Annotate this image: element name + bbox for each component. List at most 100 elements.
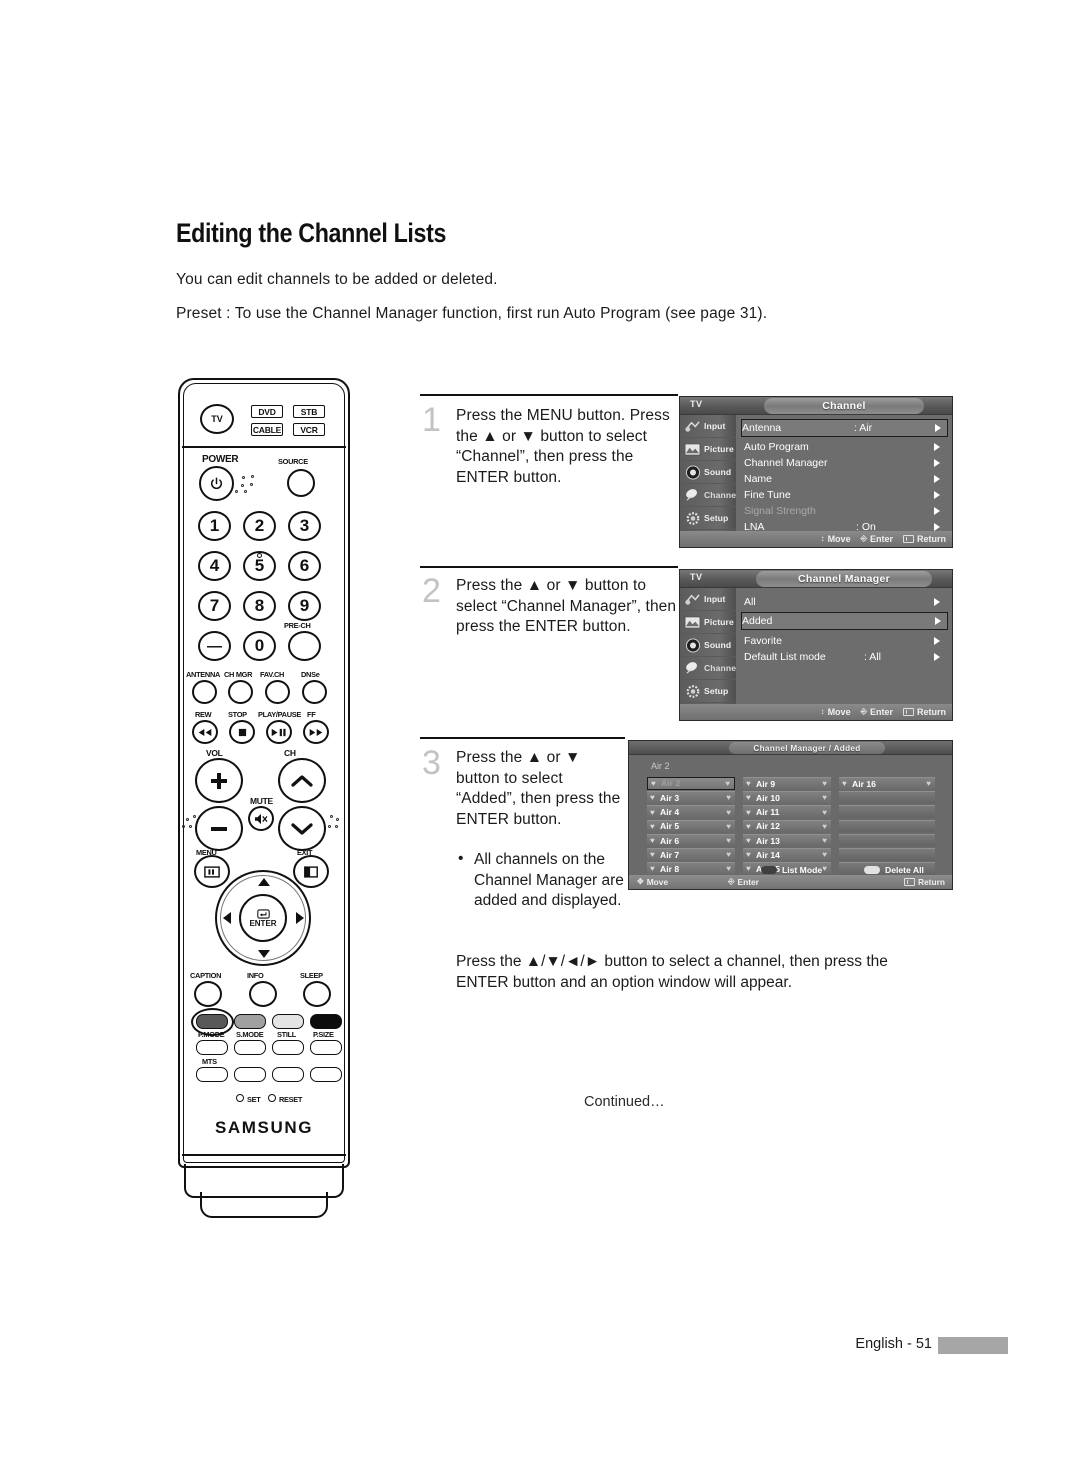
channel-cell[interactable]: ♥ Air 11 ♥: [743, 805, 831, 818]
channel-cell[interactable]: ♥ Air 10 ♥: [743, 791, 831, 804]
remote-pmode-button[interactable]: [196, 1040, 228, 1055]
remote-num-8[interactable]: 8: [243, 591, 276, 621]
remote-vol-up-button[interactable]: [195, 758, 243, 803]
menu-row-antenna[interactable]: Antenna : Air: [741, 419, 948, 437]
remote-num-4[interactable]: 4: [198, 551, 231, 581]
remote-mute-button[interactable]: [248, 806, 274, 831]
menu-row-channel-manager[interactable]: Channel Manager: [744, 455, 946, 471]
remote-still-button[interactable]: [272, 1040, 304, 1055]
remote-vol-down-button[interactable]: [195, 806, 243, 851]
remote-reset-dot[interactable]: [268, 1094, 276, 1102]
channel-cell[interactable]: ♥ Air 12 ♥: [743, 819, 831, 833]
remote-num-1[interactable]: 1: [198, 511, 231, 541]
sidebar-item-picture[interactable]: Picture: [680, 438, 736, 461]
remote-num-7[interactable]: 7: [198, 591, 231, 621]
remote-ff-button[interactable]: [303, 720, 329, 744]
sidebar-item-channel[interactable]: Channel: [680, 657, 739, 680]
menu-row-fine-tune[interactable]: Fine Tune: [744, 487, 946, 503]
remote-rew-button[interactable]: [192, 720, 218, 744]
menu-row-favorite[interactable]: Favorite: [744, 633, 946, 649]
remote-enter-button[interactable]: ENTER: [239, 894, 287, 942]
legend-delete-all[interactable]: Delete All: [864, 865, 924, 875]
enter-icon: [256, 908, 270, 919]
remote-source-button[interactable]: [287, 469, 315, 497]
dpad-left-icon[interactable]: [223, 912, 231, 924]
sidebar-item-input[interactable]: Input: [680, 415, 736, 438]
sidebar-item-channel[interactable]: Channel: [680, 484, 739, 507]
sidebar-item-setup[interactable]: Setup: [680, 507, 736, 530]
osd-title: Channel: [764, 398, 924, 414]
channel-cell[interactable]: ♥ Air 6 ♥: [647, 833, 735, 847]
remote-psize-button[interactable]: [310, 1040, 342, 1055]
remote-antenna-button[interactable]: [192, 680, 217, 704]
menu-row-added[interactable]: Added: [741, 612, 948, 630]
sidebar-item-input[interactable]: Input: [680, 588, 736, 611]
channel-cell[interactable]: ♥ Air 8 ♥: [647, 862, 735, 875]
remote-info-button[interactable]: [249, 981, 277, 1007]
sidebar-item-picture[interactable]: Picture: [680, 611, 736, 634]
remote-smode-color-button[interactable]: [234, 1014, 266, 1029]
remote-exit-button[interactable]: [293, 855, 329, 888]
hint-return: Return: [903, 877, 945, 887]
remote-stb-button[interactable]: STB: [293, 405, 325, 418]
remote-vcr-button[interactable]: VCR: [293, 423, 325, 436]
remote-extra-button-4[interactable]: [310, 1067, 342, 1082]
remote-num-6[interactable]: 6: [288, 551, 321, 581]
remote-menu-button[interactable]: [194, 855, 230, 888]
remote-favch-button[interactable]: [265, 680, 290, 704]
remote-dvd-button[interactable]: DVD: [251, 405, 283, 418]
channel-cell[interactable]: ♥ Air 3 ♥: [647, 791, 735, 804]
menu-row-name[interactable]: Name: [744, 471, 946, 487]
remote-ch-down-button[interactable]: [278, 806, 326, 851]
channel-cell[interactable]: ♥ Air 5 ♥: [647, 819, 735, 833]
remote-sleep-button[interactable]: [303, 981, 331, 1007]
sidebar-item-setup[interactable]: Setup: [680, 680, 736, 703]
remote-ch-up-button[interactable]: [278, 758, 326, 803]
channel-cell[interactable]: ♥ Air 14 ♥: [743, 847, 831, 861]
remote-num-3[interactable]: 3: [288, 511, 321, 541]
remote-psize-color-button[interactable]: [310, 1014, 342, 1029]
sidebar-label-input: Input: [704, 594, 726, 604]
remote-chmgr-button[interactable]: [228, 680, 253, 704]
channel-cell[interactable]: ♥ Air 16 ♥: [839, 777, 935, 790]
channel-cell[interactable]: ♥ Air 13 ♥: [743, 833, 831, 847]
sidebar-item-sound[interactable]: Sound: [680, 461, 736, 484]
remote-num-0[interactable]: 0: [243, 631, 276, 661]
menu-row-all[interactable]: All: [744, 594, 946, 610]
channel-icon: [683, 660, 702, 677]
remote-num-9[interactable]: 9: [288, 591, 321, 621]
remote-pre-ch-button[interactable]: [288, 631, 321, 661]
remote-stop-button[interactable]: [229, 720, 255, 744]
dpad-down-icon[interactable]: [258, 950, 270, 958]
remote-still-color-button[interactable]: [272, 1014, 304, 1029]
deco-dot: [328, 825, 331, 828]
bullet-marker: •: [458, 850, 464, 867]
remote-tv-button[interactable]: TV: [200, 404, 234, 434]
remote-playpause-button[interactable]: [266, 720, 292, 744]
remote-num-2[interactable]: 2: [243, 511, 276, 541]
remote-smode-button[interactable]: [234, 1040, 266, 1055]
channel-cell[interactable]: ♥ Air 9 ♥: [743, 777, 831, 790]
remote-dash-button[interactable]: —: [198, 631, 231, 661]
channel-cell-empty: [839, 791, 935, 804]
menu-row-default-list-mode[interactable]: Default List mode : All: [744, 649, 946, 665]
deco-dot: [250, 483, 253, 486]
remote-extra-button-3[interactable]: [272, 1067, 304, 1082]
remote-dnse-button[interactable]: [302, 680, 327, 704]
menu-row-antenna-label: Antenna: [742, 422, 782, 434]
dpad-right-icon[interactable]: [296, 912, 304, 924]
remote-cable-button[interactable]: CABLE: [251, 423, 283, 436]
dpad-up-icon[interactable]: [258, 878, 270, 886]
remote-extra-button-2[interactable]: [234, 1067, 266, 1082]
channel-cell[interactable]: ♥ Air 4 ♥: [647, 805, 735, 818]
sidebar-item-sound[interactable]: Sound: [680, 634, 736, 657]
legend-list-mode[interactable]: List Mode: [761, 865, 822, 875]
remote-mts-button[interactable]: [196, 1067, 228, 1082]
channel-cell[interactable]: ♥ Air 2 ♥: [647, 777, 735, 790]
remote-caption-button[interactable]: [194, 981, 222, 1007]
menu-row-signal-strength[interactable]: Signal Strength: [744, 503, 946, 519]
menu-row-auto-program[interactable]: Auto Program: [744, 439, 946, 455]
remote-power-button[interactable]: [199, 466, 234, 501]
remote-set-dot[interactable]: [236, 1094, 244, 1102]
channel-cell[interactable]: ♥ Air 7 ♥: [647, 847, 735, 861]
